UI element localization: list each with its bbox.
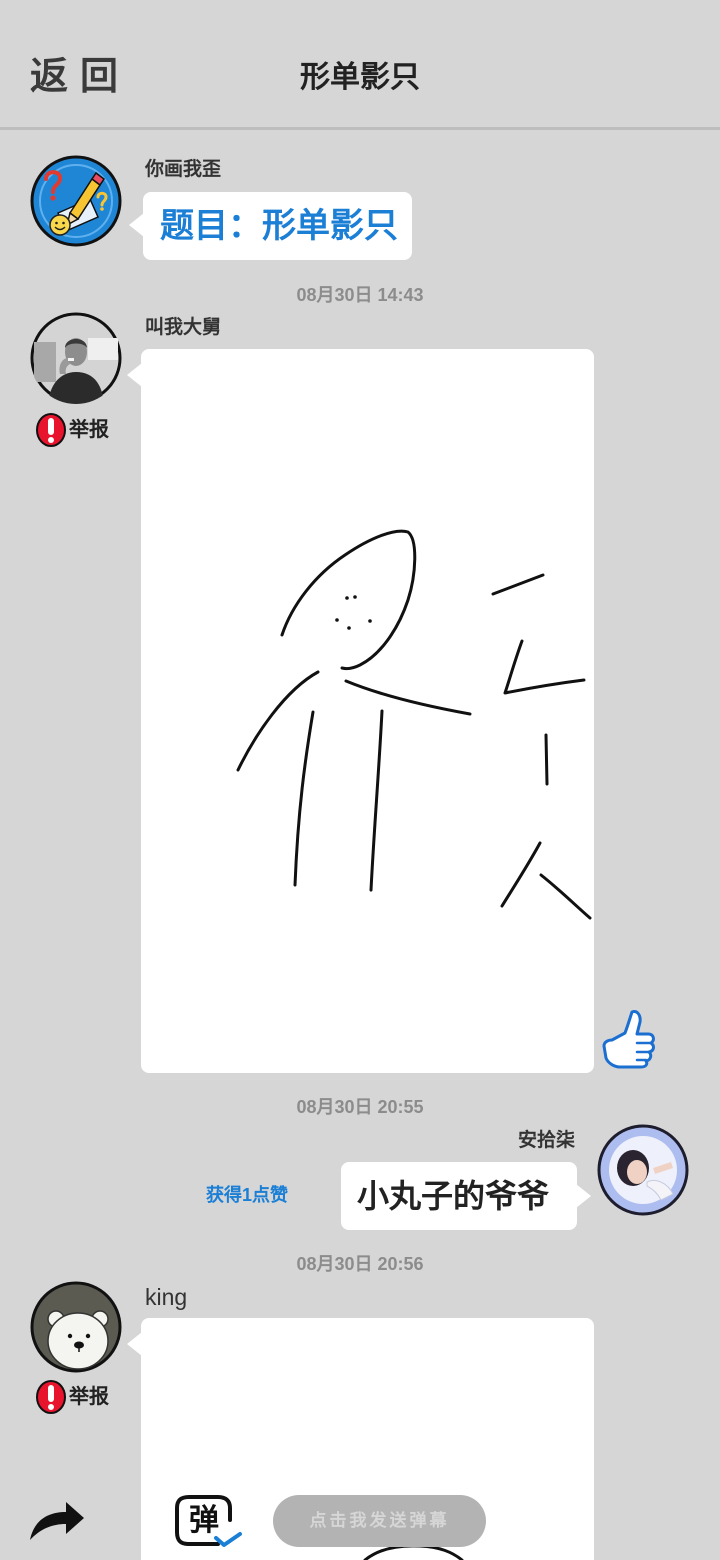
danmaku-toggle-button[interactable]: 弹 bbox=[174, 1494, 244, 1550]
report-button[interactable]: 举报 bbox=[35, 1379, 109, 1415]
pencil-logo-icon bbox=[30, 155, 122, 247]
drawing-stroke bbox=[293, 710, 315, 887]
game-chat-screen: 返回 形单影只 你画我歪 题目：形单影只 08月30日 14:43 叫我大舅 举… bbox=[0, 0, 720, 1560]
man-photo-icon bbox=[30, 312, 122, 404]
drawing-stroke bbox=[503, 639, 586, 695]
exclamation-icon bbox=[36, 1380, 66, 1414]
pencil-logo-avatar[interactable] bbox=[30, 155, 122, 247]
sender-name: 你画我歪 bbox=[145, 159, 222, 180]
share-arrow-icon bbox=[30, 1502, 84, 1540]
drawing-dot bbox=[345, 596, 349, 600]
share-button[interactable] bbox=[28, 1498, 86, 1542]
guess-bubble: 小丸子的爷爷 bbox=[341, 1162, 591, 1230]
drawing-stroke bbox=[363, 1544, 464, 1560]
danmaku-input[interactable]: 点击我发送弹幕 bbox=[273, 1495, 486, 1547]
girl-photo-avatar[interactable] bbox=[597, 1124, 689, 1216]
drawing-stroke bbox=[369, 709, 384, 892]
report-label: 举报 bbox=[69, 419, 109, 441]
thumbs-up-icon bbox=[602, 1010, 655, 1069]
like-button[interactable] bbox=[600, 1008, 658, 1070]
likes-count-label: 获得1点赞 bbox=[206, 1185, 289, 1205]
topic-bubble: 题目：形单影只 bbox=[129, 192, 412, 260]
drawing-canvas bbox=[236, 529, 592, 920]
timestamp: 08月30日 20:56 bbox=[296, 1254, 424, 1274]
drawing-stroke bbox=[280, 529, 417, 671]
man-photo-avatar[interactable] bbox=[30, 312, 122, 404]
report-label: 举报 bbox=[69, 1386, 109, 1408]
drawing-dot bbox=[335, 618, 339, 622]
drawing-stroke bbox=[539, 873, 592, 920]
ice-bear-icon bbox=[30, 1281, 122, 1373]
drawing-stroke bbox=[344, 679, 472, 716]
drawing-dot bbox=[353, 595, 357, 599]
drawing-card bbox=[127, 349, 594, 1073]
drawing-stroke bbox=[491, 573, 545, 596]
page-title: 形单影只 bbox=[300, 61, 420, 94]
header-bar: 返回 形单影只 bbox=[0, 0, 720, 130]
danmaku-input-label: 点击我发送弹幕 bbox=[309, 1511, 450, 1530]
exclamation-icon bbox=[36, 413, 66, 447]
girl-photo-icon bbox=[597, 1124, 689, 1216]
drawing-stroke bbox=[500, 841, 542, 908]
drawing-dot bbox=[347, 626, 351, 630]
topic-text: 题目：形单影只 bbox=[160, 207, 398, 245]
sender-name: 叫我大舅 bbox=[145, 317, 222, 338]
drawing-dot bbox=[368, 619, 372, 623]
timestamp: 08月30日 14:43 bbox=[296, 285, 424, 305]
ice-bear-avatar[interactable] bbox=[30, 1281, 122, 1373]
drawing-stroke bbox=[544, 733, 549, 786]
timestamp: 08月30日 20:55 bbox=[296, 1097, 424, 1117]
sender-name: 安拾柒 bbox=[517, 1130, 575, 1151]
sender-name: king bbox=[145, 1284, 188, 1310]
report-button[interactable]: 举报 bbox=[35, 412, 109, 448]
guess-text: 小丸子的爷爷 bbox=[357, 1178, 550, 1214]
danmaku-icon-label: 弹 bbox=[189, 1504, 219, 1537]
